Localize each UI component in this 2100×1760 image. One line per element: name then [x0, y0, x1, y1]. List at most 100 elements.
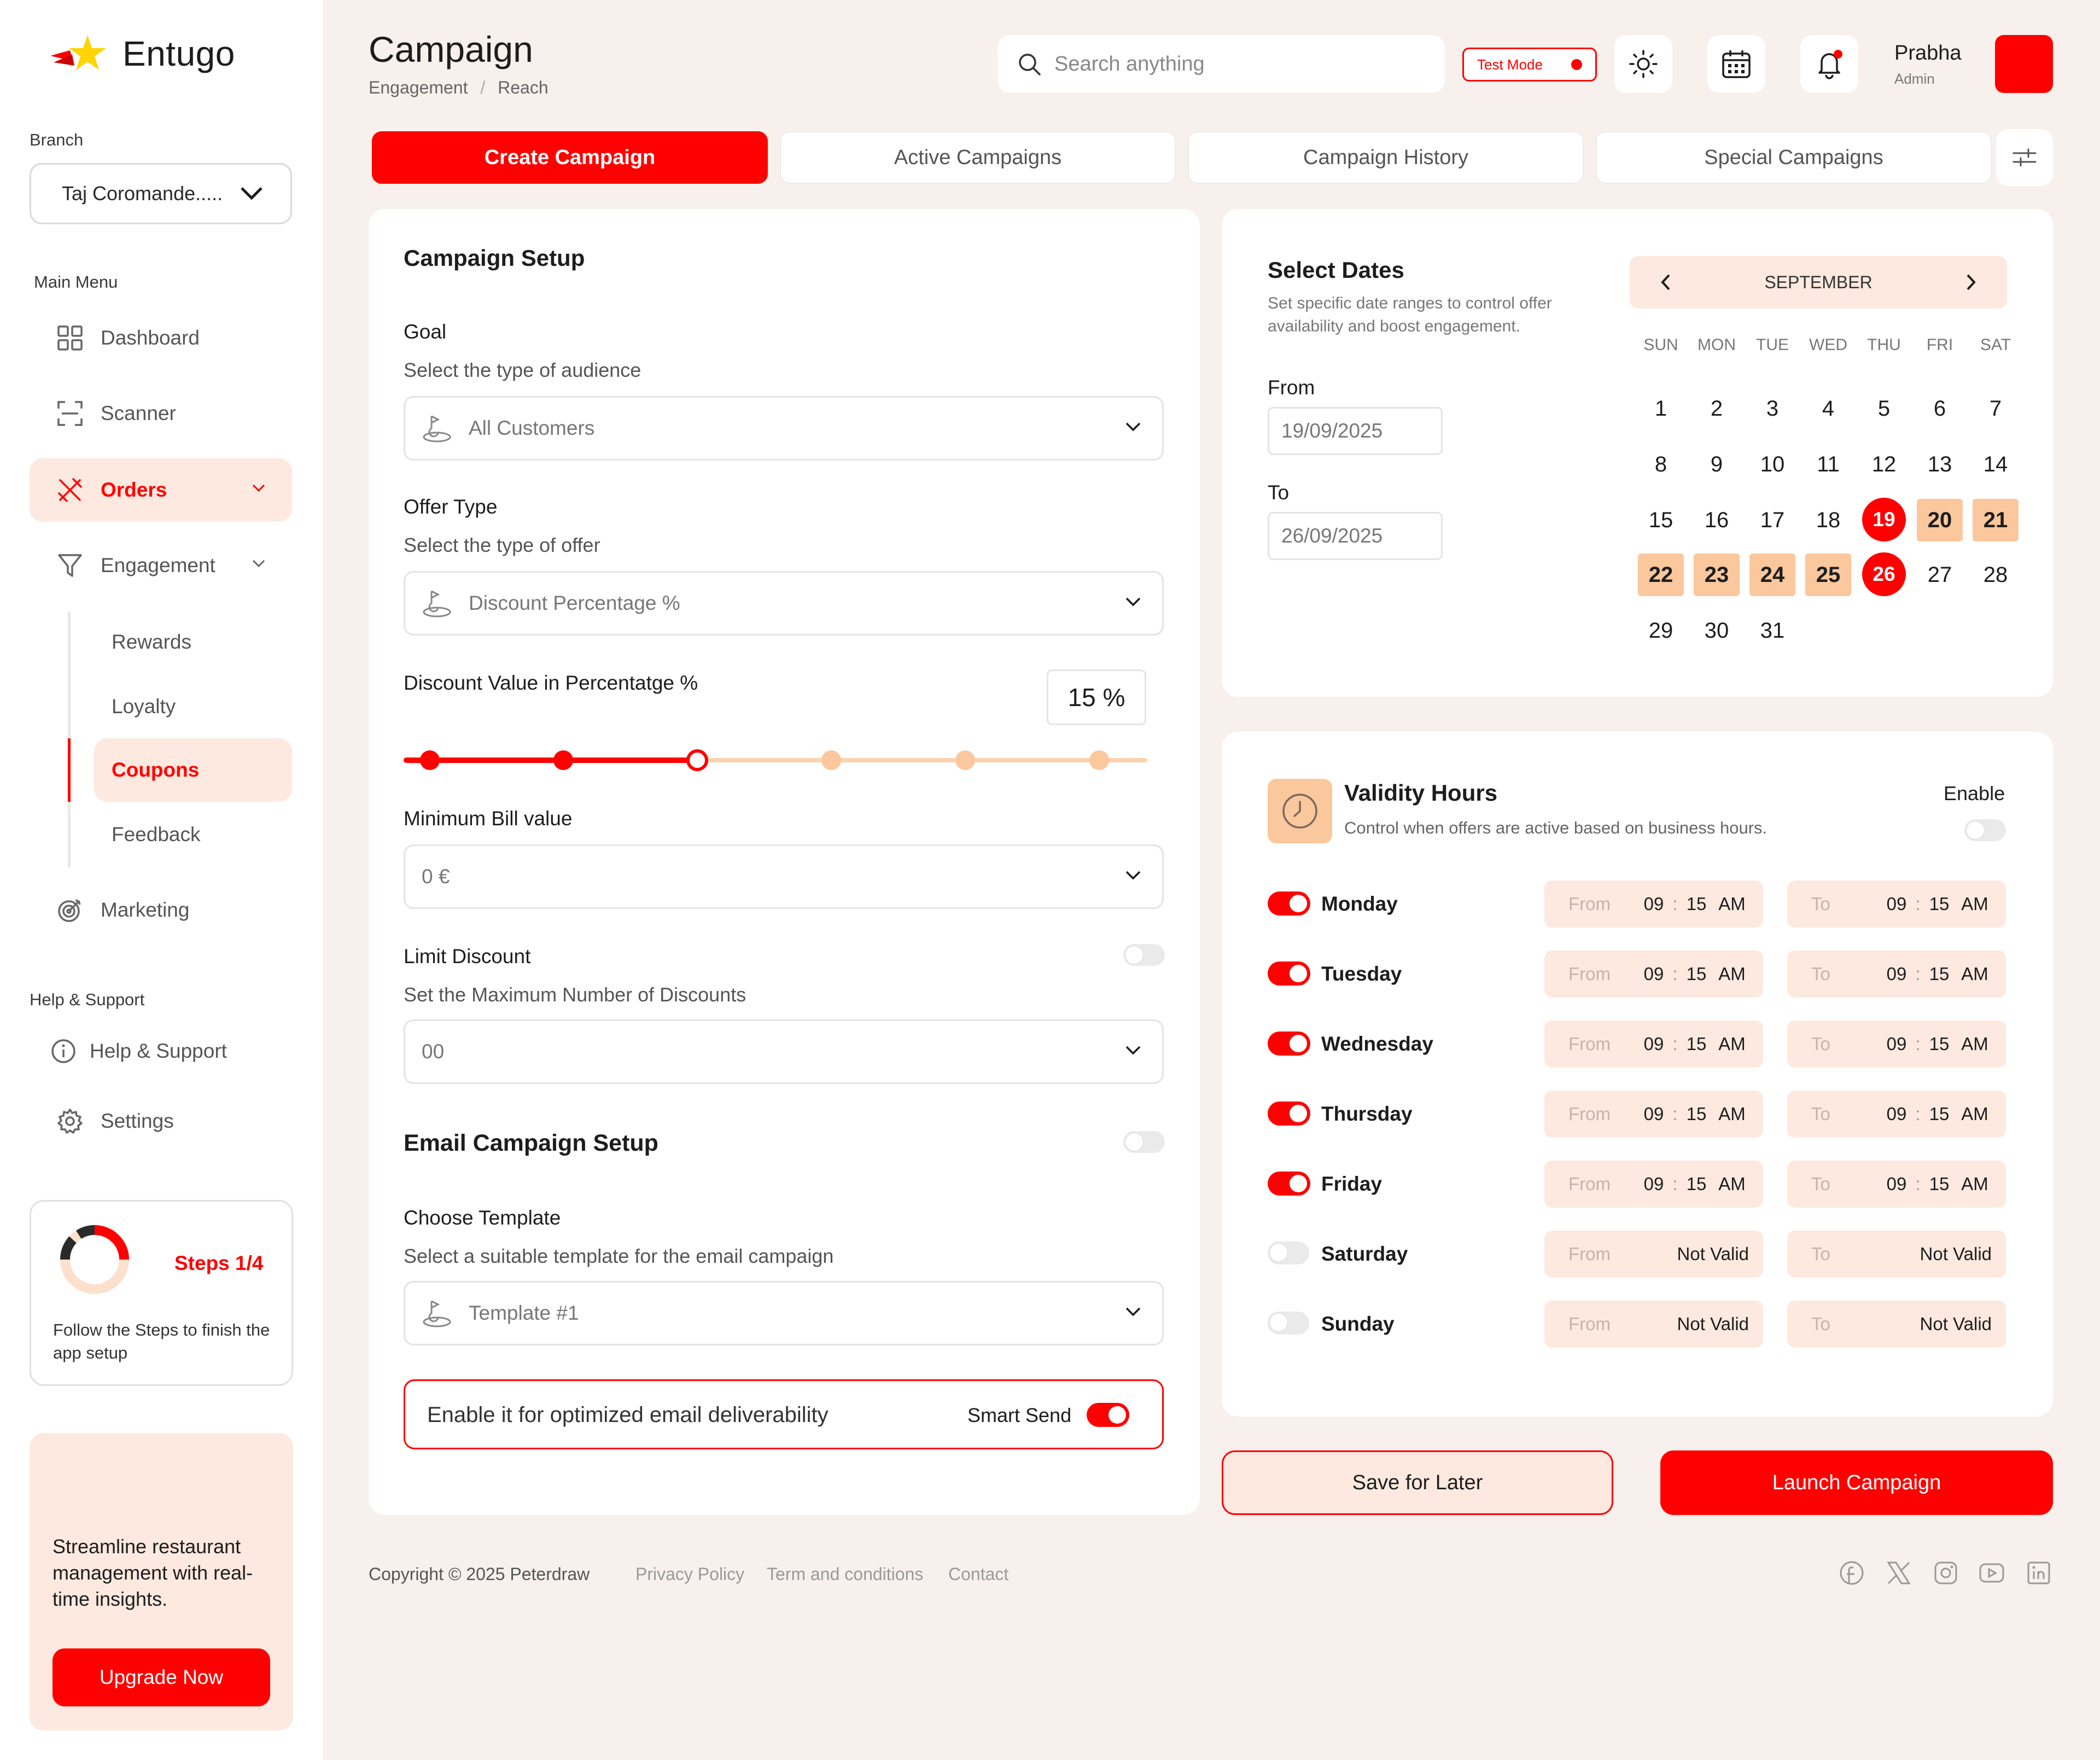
time-minute[interactable]: 15: [1923, 1174, 1956, 1194]
breadcrumb-item[interactable]: Reach: [498, 78, 549, 97]
day-enable-toggle[interactable]: [1268, 1312, 1309, 1334]
to-time-field[interactable]: To Not Valid: [1787, 1301, 2006, 1348]
day-enable-toggle[interactable]: [1268, 1102, 1310, 1126]
calendar-day[interactable]: 2: [1694, 387, 1740, 430]
day-enable-toggle[interactable]: [1268, 891, 1310, 916]
to-time-field[interactable]: To Not Valid: [1787, 1231, 2006, 1278]
time-ampm[interactable]: AM: [1956, 964, 1994, 984]
avatar[interactable]: [1995, 35, 2053, 93]
calendar-day[interactable]: 3: [1749, 387, 1795, 430]
time-minute[interactable]: 15: [1680, 1034, 1713, 1054]
day-enable-toggle[interactable]: [1268, 1031, 1310, 1056]
nav-scanner[interactable]: Scanner: [30, 382, 292, 445]
from-time-field[interactable]: From 09:15 AM: [1544, 1161, 1763, 1208]
calendar-day[interactable]: 11: [1805, 443, 1851, 486]
subnav-loyalty[interactable]: Loyalty: [94, 675, 292, 738]
nav-dashboard[interactable]: Dashboard: [30, 306, 292, 370]
search-input[interactable]: [1054, 52, 1382, 76]
nav-engagement[interactable]: Engagement: [30, 534, 292, 597]
calendar-day-in-range[interactable]: 23: [1694, 553, 1740, 596]
time-ampm[interactable]: AM: [1713, 964, 1751, 984]
time-minute[interactable]: 15: [1680, 964, 1713, 984]
time-hour[interactable]: 09: [1637, 1034, 1670, 1054]
calendar-day-in-range[interactable]: 20: [1917, 499, 1963, 541]
time-minute[interactable]: 15: [1923, 1104, 1956, 1124]
calendar-day-in-range[interactable]: 21: [1973, 499, 2019, 541]
calendar-day-selected[interactable]: 26: [1862, 552, 1906, 596]
save-for-later-button[interactable]: Save for Later: [1222, 1450, 1613, 1515]
slider-step[interactable]: [821, 750, 841, 770]
nav-settings[interactable]: Settings: [30, 1089, 292, 1153]
calendar-day-in-range[interactable]: 25: [1805, 553, 1851, 596]
offer-type-select[interactable]: Discount Percentage %: [404, 571, 1164, 636]
time-hour[interactable]: 09: [1880, 894, 1913, 914]
from-time-field[interactable]: From 09:15 AM: [1544, 1021, 1763, 1068]
app-logo[interactable]: Entugo: [48, 32, 235, 75]
slider-step[interactable]: [553, 750, 573, 770]
min-bill-select[interactable]: 0 €: [404, 844, 1164, 909]
calendar-day[interactable]: 12: [1861, 443, 1907, 486]
from-time-field[interactable]: From 09:15 AM: [1544, 881, 1763, 928]
calendar-day[interactable]: 7: [1973, 387, 2019, 430]
time-minute[interactable]: 15: [1923, 1034, 1956, 1054]
time-hour[interactable]: 09: [1637, 964, 1670, 984]
time-ampm[interactable]: AM: [1713, 1174, 1751, 1194]
calendar-day[interactable]: 5: [1861, 387, 1907, 430]
time-minute[interactable]: 15: [1680, 894, 1713, 914]
filter-button[interactable]: [1996, 129, 2053, 186]
calendar-day-selected[interactable]: 19: [1862, 498, 1906, 541]
slider-thumb[interactable]: [686, 749, 708, 771]
from-time-field[interactable]: From Not Valid: [1544, 1231, 1763, 1278]
email-setup-toggle[interactable]: [1123, 1131, 1165, 1153]
tab-special-campaigns[interactable]: Special Campaigns: [1596, 131, 1992, 184]
time-ampm[interactable]: AM: [1713, 1034, 1751, 1054]
calendar-day[interactable]: 8: [1638, 443, 1684, 486]
discount-value-box[interactable]: 15 %: [1047, 669, 1146, 725]
time-ampm[interactable]: AM: [1956, 1174, 1994, 1194]
youtube-icon[interactable]: [1978, 1559, 2006, 1587]
footer-link-terms[interactable]: Term and conditions: [767, 1564, 923, 1584]
time-ampm[interactable]: AM: [1956, 894, 1994, 914]
notifications-button[interactable]: [1800, 35, 1858, 93]
calendar-day[interactable]: 15: [1638, 499, 1684, 541]
limit-discount-select[interactable]: 00: [404, 1019, 1164, 1084]
calendar-day[interactable]: 29: [1638, 609, 1684, 652]
search-box[interactable]: [998, 35, 1445, 93]
breadcrumb-item[interactable]: Engagement: [369, 78, 468, 97]
template-select[interactable]: Template #1: [404, 1281, 1164, 1345]
tab-campaign-history[interactable]: Campaign History: [1188, 131, 1584, 184]
calendar-day[interactable]: 31: [1749, 609, 1795, 652]
discount-slider[interactable]: [404, 732, 1147, 789]
calendar-day-in-range[interactable]: 22: [1638, 553, 1684, 596]
facebook-icon[interactable]: [1838, 1559, 1866, 1587]
subnav-feedback[interactable]: Feedback: [94, 803, 292, 866]
slider-step[interactable]: [1089, 750, 1109, 770]
time-hour[interactable]: 09: [1880, 1034, 1913, 1054]
limit-discount-toggle[interactable]: [1123, 944, 1165, 966]
time-minute[interactable]: 15: [1680, 1104, 1713, 1124]
branch-select[interactable]: Taj Coromande.....: [30, 163, 292, 224]
nav-help[interactable]: Help & Support: [30, 1019, 292, 1083]
slider-step[interactable]: [955, 750, 975, 770]
calendar-day[interactable]: 18: [1805, 499, 1851, 541]
time-hour[interactable]: 09: [1637, 1104, 1670, 1124]
day-enable-toggle[interactable]: [1268, 961, 1310, 986]
nav-marketing[interactable]: Marketing: [30, 878, 292, 942]
time-ampm[interactable]: AM: [1713, 1104, 1751, 1124]
upgrade-button[interactable]: Upgrade Now: [52, 1648, 270, 1706]
goal-select[interactable]: All Customers: [404, 396, 1164, 461]
calendar-day[interactable]: 17: [1749, 499, 1795, 541]
subnav-coupons[interactable]: Coupons: [94, 738, 292, 802]
chevron-right-icon[interactable]: [1965, 273, 1976, 291]
to-time-field[interactable]: To 09:15 AM: [1787, 1091, 2006, 1138]
calendar-day[interactable]: 10: [1749, 443, 1795, 486]
from-time-field[interactable]: From Not Valid: [1544, 1301, 1763, 1348]
from-time-field[interactable]: From 09:15 AM: [1544, 951, 1763, 998]
instagram-icon[interactable]: [1932, 1559, 1960, 1587]
validity-enable-toggle[interactable]: [1964, 819, 2006, 841]
theme-button[interactable]: [1614, 35, 1672, 93]
x-twitter-icon[interactable]: [1885, 1559, 1913, 1587]
calendar-day[interactable]: 4: [1805, 387, 1851, 430]
tab-create-campaign[interactable]: Create Campaign: [372, 131, 768, 184]
calendar-day[interactable]: 9: [1694, 443, 1740, 486]
